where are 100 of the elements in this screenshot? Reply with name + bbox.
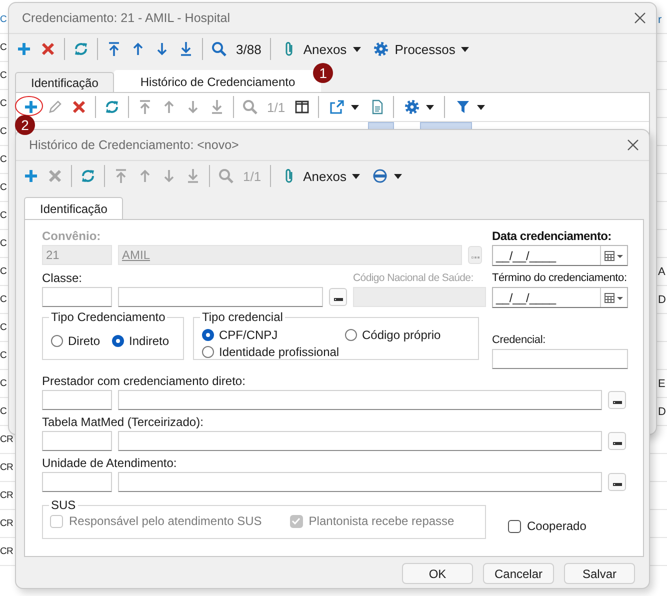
table-cell: C (0, 126, 7, 137)
caret-icon (426, 104, 434, 110)
disc-icon (372, 168, 388, 184)
caret-icon (461, 46, 470, 52)
table-cell: CR (0, 462, 14, 473)
table-cell: C (0, 378, 7, 389)
caret-icon (394, 174, 402, 178)
code-field[interactable] (42, 287, 112, 307)
attachments-button[interactable]: Anexos (276, 37, 366, 61)
radio-button[interactable]: CPF/CNPJ (202, 328, 345, 342)
record-counter: 1/1 (266, 100, 286, 114)
caret-icon (351, 104, 360, 110)
tab[interactable]: Identificação (15, 72, 114, 92)
table-cell: D (658, 406, 667, 418)
input-field[interactable] (353, 287, 486, 307)
settings-button[interactable]: Processos (368, 37, 474, 61)
tab[interactable]: Identificação (24, 197, 124, 219)
table-cell: C (0, 322, 7, 333)
columns-icon (294, 99, 310, 115)
browse-button[interactable] (608, 432, 626, 450)
caret-icon (352, 174, 360, 178)
table-cell: C (0, 182, 7, 193)
field-label: Unidade de Atendimento: (42, 456, 178, 470)
x-icon (71, 99, 87, 115)
table-cell-text: A (658, 266, 666, 278)
dialog-button[interactable]: Salvar (564, 563, 635, 584)
filter-icon (455, 99, 472, 115)
dialog-button[interactable]: OK (402, 563, 473, 584)
field-label: Tabela MatMed (Terceirizado): (42, 415, 204, 429)
input-field[interactable] (492, 349, 628, 369)
caret-icon (477, 104, 486, 110)
field-label: Credencial: (492, 333, 546, 347)
tab[interactable]: Histórico de Credenciamento (114, 70, 322, 92)
record-counter: 3/88 (235, 42, 262, 56)
table-cell: C (0, 294, 7, 305)
radio-button[interactable]: Direto (51, 334, 100, 348)
arrow-to-bottom-icon (185, 168, 201, 184)
browse-button[interactable] (608, 473, 626, 491)
field-label: Data credenciamento: (492, 229, 612, 243)
group-title: Tipo Credenciamento (49, 310, 168, 324)
radio-button[interactable]: Código próprio (345, 328, 472, 342)
name-field[interactable] (118, 472, 602, 492)
search-icon (211, 41, 227, 57)
date-field[interactable]: __/__/____ (492, 245, 628, 266)
close-icon[interactable] (634, 12, 646, 24)
name-field[interactable] (118, 431, 602, 451)
table-cell: C (0, 406, 7, 417)
code-field[interactable] (42, 431, 112, 451)
date-field[interactable]: __/__/____ (492, 287, 628, 308)
arrow-to-top-icon (113, 168, 129, 184)
settings-icon (404, 99, 420, 115)
attachments-button[interactable]: Anexos (276, 164, 366, 188)
window-title: Histórico de Credenciamento: <novo> (29, 138, 239, 152)
window-title: Credenciamento: 21 - AMIL - Hospital (22, 11, 230, 25)
arrow-to-bottom-icon (178, 41, 194, 57)
close-icon[interactable] (627, 139, 639, 151)
table-cell: C (0, 98, 7, 109)
calendar-icon (604, 250, 624, 262)
pencil-icon (47, 99, 63, 115)
table-cell: D (658, 294, 667, 306)
table-cell-text: r (658, 14, 663, 26)
table-cell: CR (0, 490, 14, 501)
x-icon (40, 41, 56, 57)
x-icon (47, 168, 63, 184)
dialog-button[interactable]: Cancelar (483, 563, 554, 584)
browse-button[interactable] (329, 288, 347, 306)
field-label: Prestador com credenciamento direto: (42, 374, 246, 388)
table-cell: C (0, 70, 7, 81)
arrow-to-top-icon (137, 99, 153, 115)
export-icon (329, 99, 346, 115)
plus-icon (23, 99, 39, 115)
search-icon (218, 168, 234, 184)
name-field[interactable] (118, 287, 323, 307)
code-field[interactable] (42, 472, 112, 492)
group-title: SUS (49, 498, 78, 512)
table-cell: C (0, 210, 7, 221)
table-cell: C (0, 238, 7, 249)
field-label: Término do credenciamento: (492, 271, 628, 285)
radio-button[interactable]: Indireto (112, 334, 170, 348)
radio-button[interactable]: Identidade profissional (202, 345, 345, 359)
group-title: Tipo credencial (200, 310, 285, 324)
table-cell: CR (0, 434, 14, 445)
arrow-to-top-icon (106, 41, 122, 57)
table-cell: CR (0, 546, 14, 557)
field-label: Convênio: (42, 229, 102, 243)
checkbox[interactable]: Cooperado (508, 519, 586, 533)
refresh-icon (80, 168, 96, 184)
table-cell-text: E (658, 378, 666, 390)
record-counter: 1/1 (242, 168, 262, 184)
search-icon (242, 99, 258, 115)
table-cell: C (0, 42, 7, 53)
step-badge: 2 (15, 115, 35, 135)
table-cell: C (0, 14, 7, 25)
plus-icon (16, 41, 32, 57)
code-field[interactable] (42, 390, 112, 410)
field-label: Código Nacional de Saúde: (353, 271, 474, 285)
field-label: Classe: (42, 271, 84, 285)
calendar-icon (604, 292, 624, 304)
browse-button[interactable] (608, 391, 626, 409)
name-field[interactable] (118, 390, 602, 410)
